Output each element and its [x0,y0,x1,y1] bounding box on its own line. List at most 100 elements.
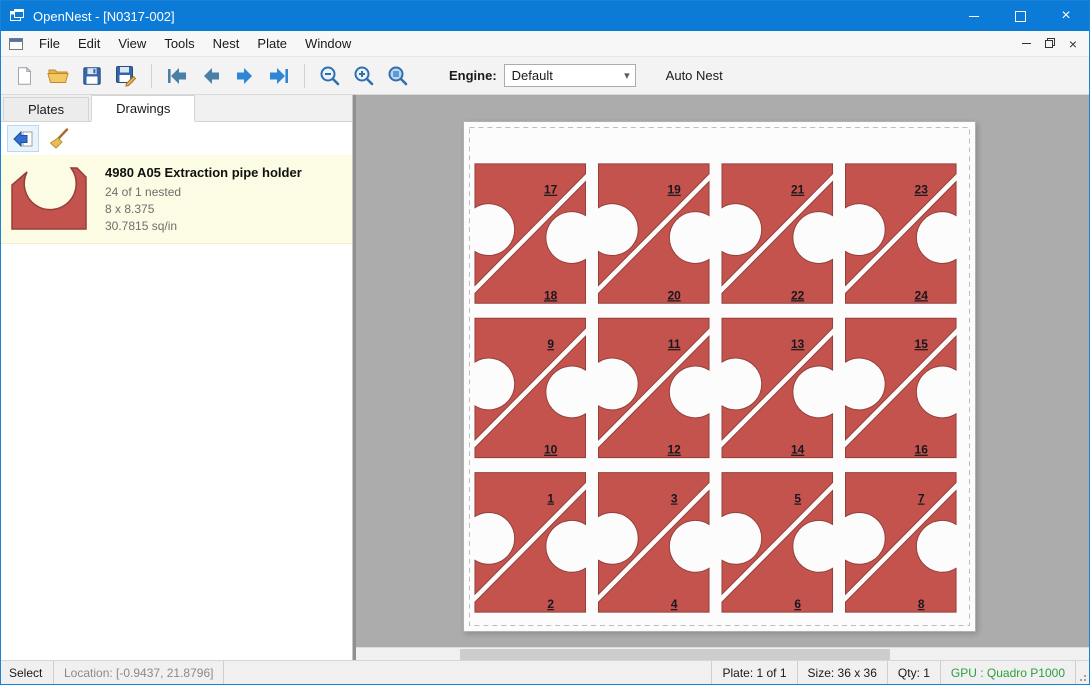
part-number: 17 [544,183,558,197]
nest-drawing: 171819202122232491011121314151612345678 [464,122,975,631]
part-number: 21 [791,183,805,197]
tab-plates[interactable]: Plates [3,97,89,121]
part-number: 5 [794,492,801,506]
drawing-info: 4980 A05 Extraction pipe holder 24 of 1 … [97,161,302,235]
nested-part-pair[interactable]: 1314 [722,318,833,457]
mdi-window-controls: × [1022,36,1077,51]
nested-part-pair[interactable]: 1718 [475,164,586,303]
part-number: 20 [668,288,682,302]
part-number: 13 [791,337,805,351]
part-number: 1 [547,492,554,506]
part-number: 12 [668,443,682,457]
minimize-button[interactable] [951,1,997,31]
menu-plate[interactable]: Plate [248,32,296,55]
menu-file[interactable]: File [30,32,69,55]
menu-window[interactable]: Window [296,32,360,55]
nested-part-pair[interactable]: 78 [846,473,957,612]
horizontal-scrollbar-thumb[interactable] [460,649,890,660]
part-number: 24 [915,288,929,302]
part-number: 2 [547,597,554,611]
mdi-minimize-button[interactable] [1022,43,1031,44]
zoom-in-button[interactable] [349,61,379,91]
plate-surface[interactable]: 171819202122232491011121314151612345678 [463,121,976,632]
send-to-nest-button[interactable] [7,125,39,152]
toolbar-separator [151,64,152,88]
mdi-minimize-icon [1022,43,1031,44]
save-edit-icon [114,64,138,88]
application-window: OpenNest - [N0317-002] × File Edit View … [0,0,1090,685]
broom-icon [47,127,71,151]
last-arrow-icon [267,64,291,88]
part-number: 7 [918,492,925,506]
nested-part-pair[interactable]: 11 12 [598,318,709,457]
menu-view[interactable]: View [109,32,155,55]
part-number: 10 [544,443,558,457]
mdi-close-button[interactable]: × [1069,37,1077,51]
status-gpu: GPU : Quadro P1000 [940,661,1075,684]
part-number: 22 [791,288,805,302]
part-number: 16 [915,443,929,457]
save-icon [81,65,103,87]
status-plate: Plate: 1 of 1 [711,661,796,684]
nested-part-pair[interactable]: 12 [475,473,586,612]
engine-select[interactable]: Default ▾ [504,64,636,87]
drawing-list-item[interactable]: 4980 A05 Extraction pipe holder 24 of 1 … [1,155,352,244]
auto-nest-button[interactable]: Auto Nest [658,64,731,87]
open-button[interactable] [43,61,73,91]
drawing-thumbnail [9,161,97,235]
main-toolbar: Engine: Default ▾ Auto Nest [1,57,1089,95]
tab-drawings[interactable]: Drawings [91,95,195,122]
nested-part-pair[interactable]: 21 22 [722,164,833,303]
import-arrow-icon [11,128,35,150]
part-number: 11 [668,337,681,351]
drawings-toolbar [1,122,352,155]
nested-part-pair[interactable]: 56 [722,473,833,612]
menu-tools[interactable]: Tools [155,32,203,55]
first-arrow-icon [165,64,189,88]
nested-part-pair[interactable]: 34 [598,473,709,612]
part-number: 19 [668,183,682,197]
status-bar: Select Location: [-0.9437, 21.8796] Plat… [1,660,1089,684]
part-number: 9 [547,337,554,351]
status-qty: Qty: 1 [887,661,940,684]
app-icon [9,8,25,24]
nested-part-pair[interactable]: 2324 [846,164,957,303]
mdi-restore-icon [1045,38,1055,48]
save-as-button[interactable] [111,61,141,91]
maximize-button[interactable] [997,1,1043,31]
new-button[interactable] [9,61,39,91]
horizontal-scrollbar[interactable] [356,647,1089,660]
resize-grip[interactable] [1075,661,1089,684]
clear-button[interactable] [43,125,75,152]
close-button[interactable]: × [1043,1,1089,31]
menu-bar: File Edit View Tools Nest Plate Window × [1,31,1089,57]
status-size: Size: 36 x 36 [797,661,887,684]
resize-grip-icon [1077,672,1087,682]
drawing-area: 30.7815 sq/in [105,218,302,235]
title-bar: OpenNest - [N0317-002] × [1,1,1089,31]
zoom-out-button[interactable] [315,61,345,91]
last-plate-button[interactable] [264,61,294,91]
close-icon: × [1061,8,1070,24]
next-arrow-icon [233,64,257,88]
engine-selected-value: Default [512,68,553,83]
part-number: 18 [544,288,558,302]
first-plate-button[interactable] [162,61,192,91]
part-thumbnail-icon [9,163,89,233]
nested-part-pair[interactable]: 9 10 [475,318,586,457]
status-mode: Select [1,661,53,684]
part-number: 15 [915,337,929,351]
save-button[interactable] [77,61,107,91]
menu-edit[interactable]: Edit [69,32,109,55]
drawing-dimensions: 8 x 8.375 [105,201,302,218]
nest-canvas[interactable]: 171819202122232491011121314151612345678 [356,95,1089,647]
mdi-restore-button[interactable] [1045,36,1055,51]
nested-part-pair[interactable]: 1920 [598,164,709,303]
zoom-fit-button[interactable] [383,61,413,91]
next-plate-button[interactable] [230,61,260,91]
previous-plate-button[interactable] [196,61,226,91]
nested-part-pair[interactable]: 1516 [846,318,957,457]
menu-nest[interactable]: Nest [204,32,249,55]
zoom-in-icon [352,64,376,88]
toolbar-separator [304,64,305,88]
